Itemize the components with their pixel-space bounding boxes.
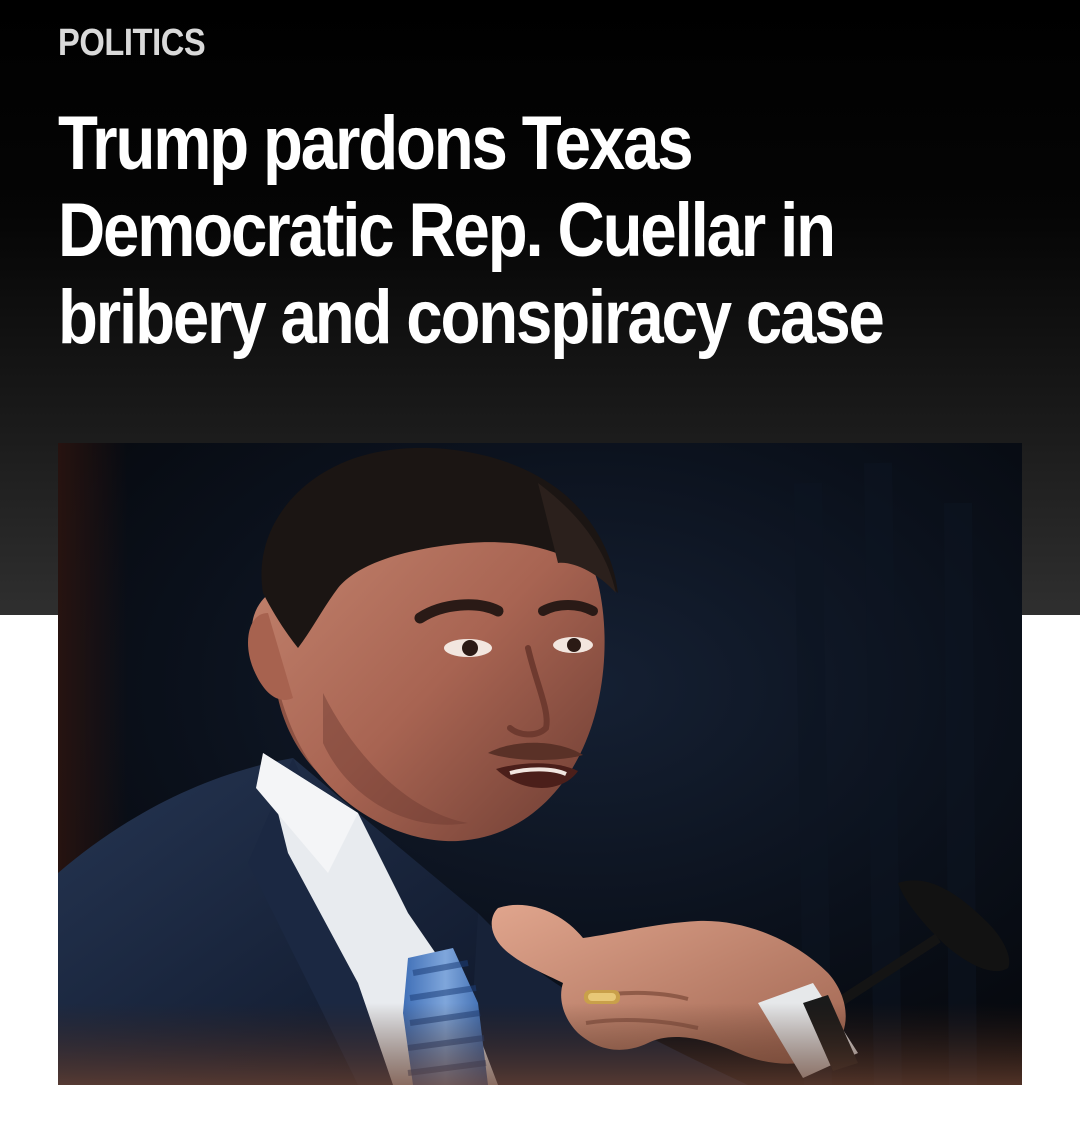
- article-page: POLITICS Trump pardons Texas Democratic …: [0, 0, 1080, 1128]
- hero-photo-illustration: [58, 443, 1022, 1085]
- hero-photo[interactable]: [58, 443, 1022, 1085]
- article-caption-cutoff: ​: [58, 1114, 1022, 1128]
- article-headline: Trump pardons Texas Democratic Rep. Cuel…: [58, 101, 885, 360]
- section-label-politics[interactable]: POLITICS: [58, 22, 206, 65]
